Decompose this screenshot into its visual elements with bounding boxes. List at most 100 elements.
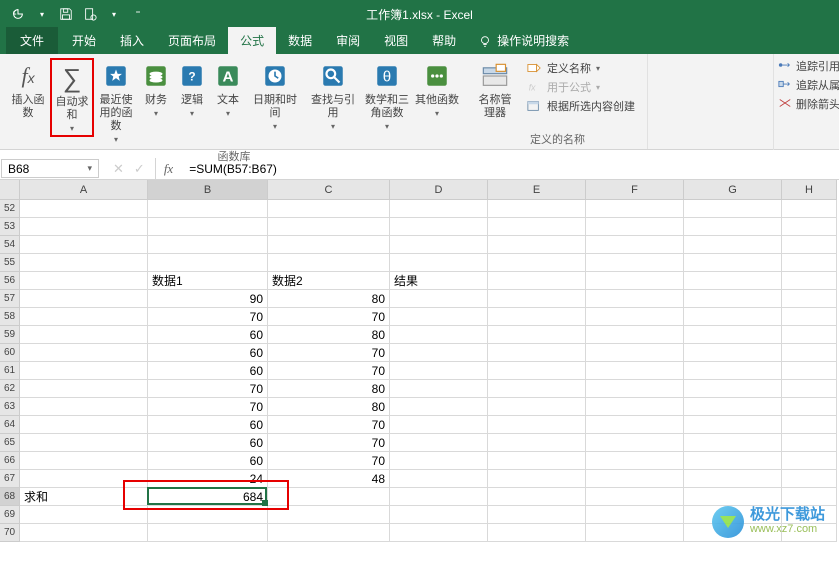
row-header[interactable]: 66 — [0, 452, 20, 470]
remove-arrows-icon — [778, 97, 792, 111]
chevron-down-icon: ▾ — [385, 122, 389, 131]
row-header[interactable]: 67 — [0, 470, 20, 488]
row-header[interactable]: 63 — [0, 398, 20, 416]
ribbon: fx 插入函数 ∑ 自动求和 ▾ 最近使用的函数 ▾ 财务 ▾ ? 逻辑 ▾ — [0, 54, 839, 150]
chevron-down-icon: ▾ — [331, 122, 335, 131]
col-header-G[interactable]: G — [684, 180, 782, 200]
group-label-defined-names: 定义的名称 — [472, 129, 643, 147]
row-header[interactable]: 70 — [0, 524, 20, 542]
create-from-selection-button[interactable]: 根据所选内容创建 — [526, 98, 635, 114]
select-all-corner[interactable] — [0, 180, 20, 200]
row-header[interactable]: 54 — [0, 236, 20, 254]
tell-me[interactable]: 操作说明搜索 — [468, 27, 579, 54]
row-header[interactable]: 58 — [0, 308, 20, 326]
lookup-icon — [317, 60, 349, 92]
text-icon: A — [212, 60, 244, 92]
trace-dependents-icon — [778, 78, 792, 92]
financial-icon — [140, 60, 172, 92]
col-header-D[interactable]: D — [390, 180, 488, 200]
formula-bar[interactable]: =SUM(B57:B67) — [181, 158, 839, 179]
row-header[interactable]: 68 — [0, 488, 20, 506]
insert-function-button[interactable]: fx 插入函数 — [6, 58, 50, 122]
chevron-down-icon: ▾ — [70, 124, 74, 133]
row-header[interactable]: 64 — [0, 416, 20, 434]
lightbulb-icon — [478, 34, 492, 48]
chevron-down-icon[interactable]: ▾ — [87, 163, 92, 174]
watermark-logo — [712, 506, 744, 538]
col-header-B[interactable]: B — [148, 180, 268, 200]
tag-icon — [526, 61, 542, 75]
window-title: 工作簿1.xlsx - Excel — [366, 6, 473, 23]
formula-buttons: ✕ ✓ — [103, 158, 156, 179]
more-functions-button[interactable]: 其他函数 ▾ — [412, 58, 462, 120]
col-header-A[interactable]: A — [20, 180, 148, 200]
sigma-icon: ∑ — [56, 62, 88, 94]
lookup-button[interactable]: 查找与引用 ▾ — [304, 58, 362, 133]
fx-icon: fx — [12, 60, 44, 92]
tab-view[interactable]: 视图 — [372, 27, 420, 54]
row-header[interactable]: 69 — [0, 506, 20, 524]
name-manager-button[interactable]: 名称管理器 — [472, 58, 518, 129]
col-header-F[interactable]: F — [586, 180, 684, 200]
tab-formulas[interactable]: 公式 — [228, 27, 276, 54]
tab-page-layout[interactable]: 页面布局 — [156, 27, 228, 54]
title-bar: ▾ ▾ ⁼ 工作簿1.xlsx - Excel — [0, 0, 839, 28]
remove-arrows-button[interactable]: 删除箭头 — [778, 96, 835, 112]
text-button[interactable]: A 文本 ▾ — [210, 58, 246, 120]
print-preview-icon[interactable] — [82, 6, 98, 22]
col-header-H[interactable]: H — [782, 180, 837, 200]
tab-file[interactable]: 文件 — [6, 27, 58, 54]
math-trig-button[interactable]: θ 数学和三角函数 ▾ — [362, 58, 412, 133]
row-header[interactable]: 62 — [0, 380, 20, 398]
formula-auditing-partial: 追踪引用 追踪从属 删除箭头 — [773, 54, 839, 150]
save-icon[interactable] — [58, 6, 74, 22]
row-header[interactable]: 55 — [0, 254, 20, 272]
theta-icon: θ — [371, 60, 403, 92]
chevron-down-icon: ▾ — [190, 109, 194, 118]
row-header[interactable]: 59 — [0, 326, 20, 344]
row-header[interactable]: 56 — [0, 272, 20, 290]
row-header[interactable]: 57 — [0, 290, 20, 308]
chevron-down-icon: ▾ — [226, 109, 230, 118]
datetime-button[interactable]: 日期和时间 ▾ — [246, 58, 304, 133]
autosum-button[interactable]: ∑ 自动求和 ▾ — [50, 58, 94, 137]
tab-review[interactable]: 审阅 — [324, 27, 372, 54]
row-header[interactable]: 61 — [0, 362, 20, 380]
name-box-value: B68 — [8, 162, 29, 176]
tab-data[interactable]: 数据 — [276, 27, 324, 54]
trace-dependents-button[interactable]: 追踪从属 — [778, 77, 835, 93]
ribbon-tabs: 文件 开始 插入 页面布局 公式 数据 审阅 视图 帮助 操作说明搜索 — [0, 28, 839, 54]
clock-icon — [259, 60, 291, 92]
financial-button[interactable]: 财务 ▾ — [138, 58, 174, 120]
watermark-url: www.xz7.com — [750, 522, 825, 536]
recently-used-button[interactable]: 最近使用的函数 ▾ — [94, 58, 138, 146]
create-selection-icon — [526, 99, 542, 113]
chevron-down-icon[interactable]: ▾ — [106, 6, 122, 22]
customize-qat-icon[interactable]: ⁼ — [130, 6, 146, 22]
name-box[interactable]: B68 ▾ — [1, 159, 99, 178]
cells-area[interactable]: 数据1数据2结果 9080 7070 6080 6070 6070 7080 7… — [20, 200, 837, 542]
star-icon — [100, 60, 132, 92]
chevron-down-icon[interactable]: ▾ — [34, 6, 50, 22]
tell-me-label: 操作说明搜索 — [497, 32, 569, 49]
row-header[interactable]: 52 — [0, 200, 20, 218]
use-in-formula-button: fx用于公式 ▾ — [526, 79, 635, 95]
row-headers: 52 53 54 55 56 57 58 59 60 61 62 63 64 6… — [0, 200, 20, 542]
trace-precedents-button[interactable]: 追踪引用 — [778, 58, 835, 74]
formula-icon: fx — [526, 80, 542, 94]
fx-label[interactable]: fx — [156, 158, 181, 179]
row-header[interactable]: 65 — [0, 434, 20, 452]
col-header-E[interactable]: E — [488, 180, 586, 200]
chevron-down-icon: ▾ — [154, 109, 158, 118]
tab-home[interactable]: 开始 — [60, 27, 108, 54]
col-header-C[interactable]: C — [268, 180, 390, 200]
define-name-button[interactable]: 定义名称 ▾ — [526, 60, 635, 76]
svg-text:?: ? — [188, 69, 195, 83]
row-header[interactable]: 53 — [0, 218, 20, 236]
logical-button[interactable]: ? 逻辑 ▾ — [174, 58, 210, 120]
tab-insert[interactable]: 插入 — [108, 27, 156, 54]
tab-help[interactable]: 帮助 — [420, 27, 468, 54]
chevron-down-icon: ▾ — [114, 135, 118, 144]
history-icon[interactable] — [10, 6, 26, 22]
row-header[interactable]: 60 — [0, 344, 20, 362]
